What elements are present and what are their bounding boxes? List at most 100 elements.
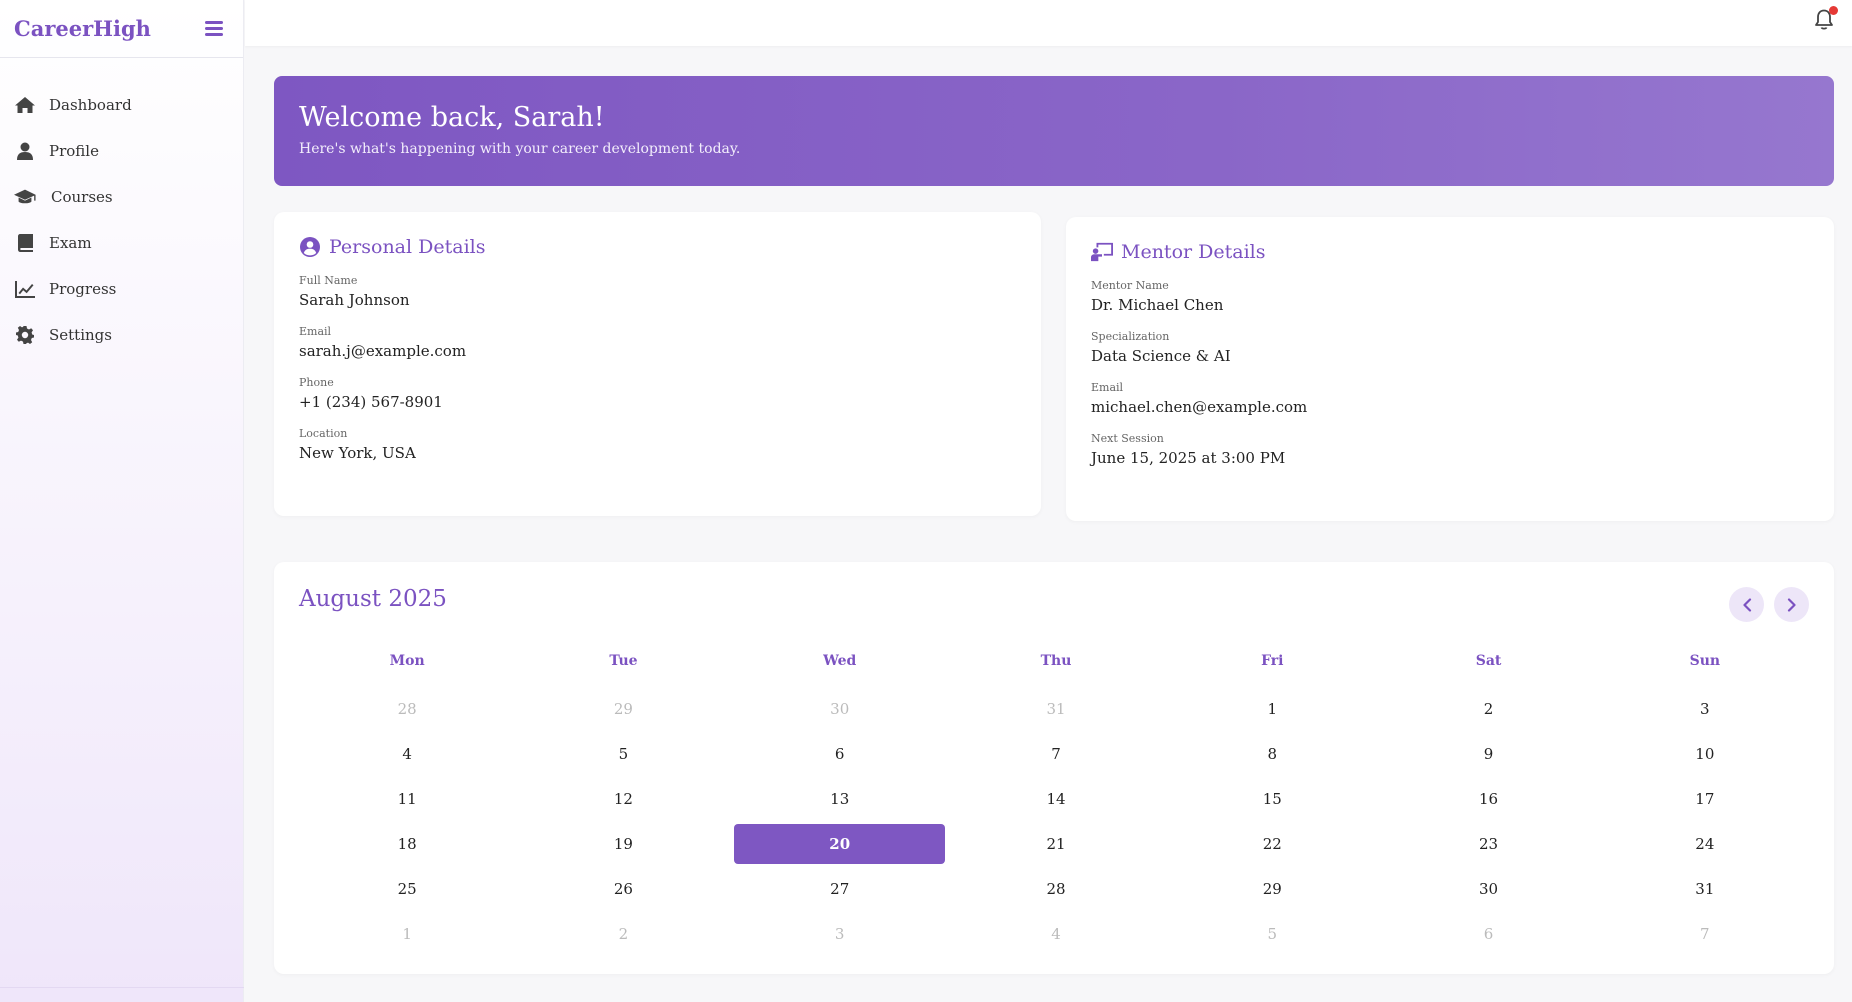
notification-badge [1829, 6, 1838, 15]
sidebar-item-dashboard[interactable]: Dashboard [0, 82, 243, 128]
calendar-day[interactable]: 19 [515, 824, 731, 864]
weekday-fri: Fri [1261, 653, 1284, 669]
calendar-day[interactable]: 30 [732, 689, 948, 729]
calendar-day[interactable]: 8 [1164, 734, 1380, 774]
calendar-day[interactable]: 21 [948, 824, 1164, 864]
book-icon [14, 233, 36, 253]
calendar-day[interactable]: 26 [515, 869, 731, 909]
mentor-email-field: Email michael.chen@example.com [1091, 381, 1809, 416]
calendar-day[interactable]: 29 [1164, 869, 1380, 909]
calendar-day[interactable]: 12 [515, 779, 731, 819]
specialization-field: Specialization Data Science & AI [1091, 330, 1809, 365]
calendar-day-selected[interactable]: 20 [732, 823, 948, 864]
next-month-button[interactable] [1774, 587, 1809, 622]
calendar-day[interactable]: 7 [948, 734, 1164, 774]
graduation-cap-icon [14, 187, 36, 207]
calendar-day[interactable]: 25 [299, 869, 515, 909]
welcome-title: Welcome back, Sarah! [299, 102, 605, 133]
calendar-card: August 2025 Mon Tue Wed Thu Fri Sat Sun … [274, 562, 1834, 974]
weekday-thu: Thu [1040, 653, 1072, 669]
weekday-wed: Wed [823, 653, 857, 669]
calendar-day-number: 24 [1695, 834, 1715, 853]
calendar-day[interactable]: 5 [515, 734, 731, 774]
calendar-day[interactable]: 4 [948, 914, 1164, 954]
calendar-day[interactable]: 22 [1164, 824, 1380, 864]
sidebar-item-label: Courses [51, 188, 113, 206]
sidebar-item-label: Dashboard [49, 96, 132, 114]
calendar-day[interactable]: 2 [515, 914, 731, 954]
calendar-day[interactable]: 1 [299, 914, 515, 954]
calendar-day[interactable]: 29 [515, 689, 731, 729]
calendar-day[interactable]: 23 [1380, 824, 1596, 864]
chalkboard-teacher-icon [1091, 241, 1113, 263]
calendar-day[interactable]: 3 [732, 914, 948, 954]
prev-month-button[interactable] [1729, 587, 1764, 622]
calendar-day[interactable]: 24 [1597, 824, 1813, 864]
sidebar: CareerHigh Dashboard Profile Courses Exa… [0, 0, 244, 1002]
field-value: Data Science & AI [1091, 347, 1231, 365]
calendar-day-number: 30 [830, 699, 850, 718]
brand-logo[interactable]: CareerHigh [14, 16, 151, 41]
calendar-day[interactable]: 30 [1380, 869, 1596, 909]
sidebar-header: CareerHigh [0, 0, 243, 58]
sidebar-item-profile[interactable]: Profile [0, 128, 243, 174]
calendar-day[interactable]: 1 [1164, 689, 1380, 729]
calendar-day[interactable]: 31 [1597, 869, 1813, 909]
user-circle-icon [299, 236, 321, 258]
gear-icon [14, 325, 36, 345]
calendar-day-number: 1 [402, 924, 412, 943]
sidebar-item-label: Settings [49, 326, 112, 344]
notification-bell-icon[interactable] [1814, 6, 1838, 31]
sidebar-item-settings[interactable]: Settings [0, 312, 243, 358]
full-name-field: Full Name Sarah Johnson [299, 274, 1016, 309]
weekday-sun: Sun [1689, 653, 1721, 669]
calendar-week-row: 28 29 30 31 1 2 3 [299, 686, 1813, 731]
calendar-day[interactable]: 16 [1380, 779, 1596, 819]
calendar-day[interactable]: 31 [948, 689, 1164, 729]
calendar-day-number: 28 [1046, 879, 1066, 898]
weekday-mon: Mon [389, 653, 425, 669]
sidebar-item-label: Exam [49, 234, 92, 252]
calendar-day[interactable]: 14 [948, 779, 1164, 819]
sidebar-divider [0, 987, 244, 988]
field-label: Email [1091, 381, 1124, 394]
field-value: michael.chen@example.com [1091, 398, 1308, 416]
calendar-day-number: 27 [830, 879, 850, 898]
calendar-day[interactable]: 6 [1380, 914, 1596, 954]
calendar-day[interactable]: 5 [1164, 914, 1380, 954]
calendar-day[interactable]: 27 [732, 869, 948, 909]
calendar-day-number: 5 [1267, 924, 1278, 943]
field-value: June 15, 2025 at 3:00 PM [1091, 449, 1286, 467]
calendar-day[interactable]: 11 [299, 779, 515, 819]
calendar-day[interactable]: 7 [1597, 914, 1813, 954]
calendar-day[interactable]: 6 [732, 734, 948, 774]
calendar-day[interactable]: 13 [732, 779, 948, 819]
calendar-day[interactable]: 10 [1597, 734, 1813, 774]
field-label: Specialization [1091, 330, 1170, 343]
calendar-day[interactable]: 17 [1597, 779, 1813, 819]
calendar-day[interactable]: 28 [299, 689, 515, 729]
calendar-day[interactable]: 9 [1380, 734, 1596, 774]
sidebar-item-label: Progress [49, 280, 117, 298]
card-title: Personal Details [329, 236, 486, 258]
calendar-day-number: 22 [1262, 834, 1282, 853]
calendar-day[interactable]: 4 [299, 734, 515, 774]
calendar-day[interactable]: 28 [948, 869, 1164, 909]
calendar-day-number: 3 [834, 924, 845, 943]
sidebar-item-exam[interactable]: Exam [0, 220, 243, 266]
calendar-day-number: 30 [1479, 879, 1499, 898]
field-label: Next Session [1091, 432, 1164, 445]
sidebar-item-progress[interactable]: Progress [0, 266, 243, 312]
calendar-day-number: 29 [613, 699, 633, 718]
menu-toggle-icon[interactable] [205, 21, 223, 36]
calendar-day[interactable]: 3 [1597, 689, 1813, 729]
calendar-day[interactable]: 15 [1164, 779, 1380, 819]
calendar-day-number: 5 [618, 744, 629, 763]
calendar-day-number: 13 [830, 789, 850, 808]
calendar-day[interactable]: 2 [1380, 689, 1596, 729]
sidebar-item-courses[interactable]: Courses [0, 174, 243, 220]
calendar-day-number: 6 [834, 744, 845, 763]
calendar-day-number: 2 [1483, 699, 1494, 718]
field-label: Email [299, 325, 332, 338]
calendar-day[interactable]: 18 [299, 824, 515, 864]
